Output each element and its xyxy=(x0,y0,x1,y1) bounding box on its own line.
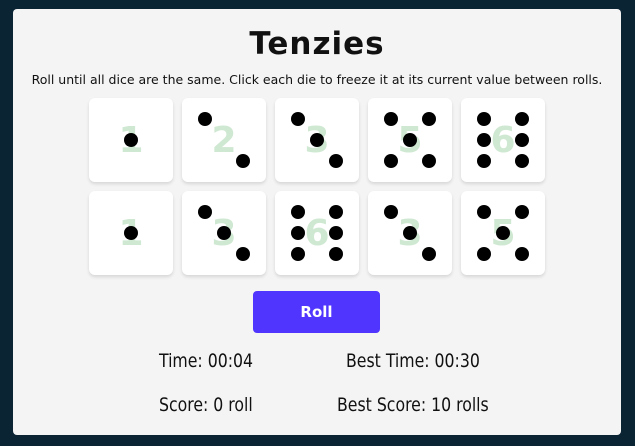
die-pip xyxy=(124,133,138,147)
die-pip xyxy=(197,205,212,219)
die-pip xyxy=(124,226,138,240)
die-pip xyxy=(290,226,305,240)
die-pip xyxy=(383,205,398,219)
die-8[interactable]: 6 xyxy=(275,191,359,275)
die-pip xyxy=(290,247,305,261)
die-value-label: 2 xyxy=(211,119,237,161)
roll-button[interactable]: Roll xyxy=(253,291,380,333)
die-pip xyxy=(403,226,417,240)
die-3[interactable]: 3 xyxy=(275,98,359,182)
game-card: Tenzies Roll until all dice are the same… xyxy=(13,9,621,435)
die-pip xyxy=(496,226,510,240)
die-pip xyxy=(217,226,231,240)
die-pip xyxy=(476,247,491,261)
die-pip xyxy=(310,133,324,147)
die-pip xyxy=(290,112,305,126)
die-value-label: 6 xyxy=(490,119,516,161)
page-title: Tenzies xyxy=(249,26,385,62)
die-1[interactable]: 1 xyxy=(89,98,173,182)
score-display: Score: 0 roll xyxy=(159,394,253,416)
best-score-display: Best Score: 10 rolls xyxy=(337,394,489,416)
die-pip xyxy=(476,112,491,126)
time-display: Time: 00:04 xyxy=(159,350,254,372)
die-7[interactable]: 3 xyxy=(182,191,266,275)
die-5[interactable]: 6 xyxy=(461,98,545,182)
die-pip xyxy=(383,112,398,126)
die-pip xyxy=(197,112,212,126)
die-pip xyxy=(403,133,417,147)
die-pip xyxy=(476,154,491,168)
die-pip xyxy=(383,154,398,168)
die-9[interactable]: 3 xyxy=(368,191,452,275)
die-2[interactable]: 2 xyxy=(182,98,266,182)
die-value-label: 6 xyxy=(304,212,330,254)
die-pip xyxy=(476,205,491,219)
die-pip xyxy=(290,205,305,219)
die-pip xyxy=(476,133,491,147)
die-4[interactable]: 5 xyxy=(368,98,452,182)
die-6[interactable]: 1 xyxy=(89,191,173,275)
instructions-text: Roll until all dice are the same. Click … xyxy=(31,72,603,87)
die-10[interactable]: 5 xyxy=(461,191,545,275)
best-time-display: Best Time: 00:30 xyxy=(346,350,480,372)
